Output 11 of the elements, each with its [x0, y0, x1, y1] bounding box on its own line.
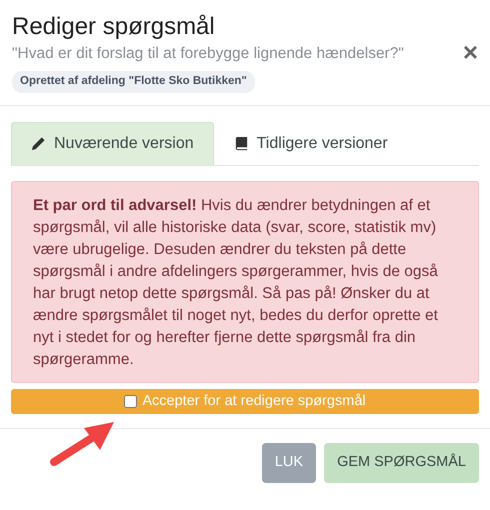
- tab[interactable]: Tidligere versioner: [214, 122, 408, 164]
- pencil-icon: [31, 136, 46, 151]
- book-icon: [234, 136, 249, 151]
- department-tag: Oprettet af afdeling "Flotte Sko Butikken": [12, 71, 255, 92]
- close-button[interactable]: ×: [462, 39, 478, 66]
- modal-title: Rediger spørgsmål: [12, 12, 216, 42]
- checkbox-label: Accepter for at redigere spørgsmål: [142, 392, 366, 410]
- modal-subtitle: "Hvad er dit forslag til at forebygge lignende hændelser?": [12, 44, 405, 64]
- checkbox[interactable]: [124, 394, 138, 408]
- warning-message: Et par ord til advarsel! Hvis du ændrer betydningen af et spørgsmål, vil alle historiske data (svar, score, statistik mv) være ubrugelige. Desuden ændrer du teksten på dette spørgsmål i andre afdelingers spørgerammer, hvis de også har brugt netop dette spørgsmål. Så pas på! Ønsker du at ændre spørgsmålet til noget nyt, bedes du derfor oprette et nyt i stedet for og herefter fjerne dette spørgsmål fra din spørgeramme.: [11, 180, 479, 382]
- tab[interactable]: Nuværende version: [11, 122, 214, 164]
